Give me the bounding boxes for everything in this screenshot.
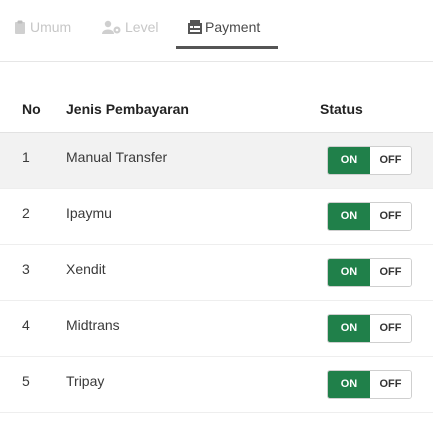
money-icon — [188, 20, 202, 34]
table-row: 1 Manual Transfer ON OFF — [0, 132, 433, 189]
toggle-off[interactable]: OFF — [370, 202, 411, 230]
status-toggle[interactable]: ON OFF — [327, 145, 412, 175]
table-row: 4 Midtrans ON OFF — [0, 300, 433, 357]
toggle-off[interactable]: OFF — [370, 146, 411, 174]
column-header-no: No — [0, 86, 66, 133]
table-header-row: No Jenis Pembayaran Status — [0, 86, 433, 133]
table-row: 2 Ipaymu ON OFF — [0, 188, 433, 245]
tab-level-label: Level — [125, 19, 159, 35]
table-row: 3 Xendit ON OFF — [0, 244, 433, 301]
payment-name: Midtrans — [66, 317, 120, 333]
toggle-on[interactable]: ON — [328, 258, 370, 286]
payment-name: Ipaymu — [66, 205, 112, 221]
payment-methods-table: No Jenis Pembayaran Status 1 Manual Tran… — [0, 86, 433, 413]
tab-payment[interactable]: Payment — [176, 19, 278, 49]
table-row: 5 Tripay ON OFF — [0, 356, 433, 413]
row-number: 5 — [22, 373, 30, 389]
payment-name: Tripay — [66, 373, 105, 389]
status-toggle[interactable]: ON OFF — [327, 369, 412, 399]
row-number: 4 — [22, 317, 30, 333]
users-cog-icon — [102, 20, 121, 34]
status-toggle[interactable]: ON OFF — [327, 257, 412, 287]
tab-umum[interactable]: Umum — [13, 19, 71, 49]
column-header-name: Jenis Pembayaran — [66, 86, 320, 133]
row-number: 1 — [22, 149, 30, 165]
toggle-on[interactable]: ON — [328, 146, 370, 174]
toggle-on[interactable]: ON — [328, 202, 370, 230]
column-header-status: Status — [320, 86, 433, 133]
tab-payment-label: Payment — [205, 19, 261, 35]
row-number: 2 — [22, 205, 30, 221]
toggle-on[interactable]: ON — [328, 370, 370, 398]
toggle-off[interactable]: OFF — [370, 258, 411, 286]
settings-tabs: Umum Level Payment — [0, 0, 433, 62]
tab-umum-label: Umum — [30, 19, 72, 35]
status-toggle[interactable]: ON OFF — [327, 313, 412, 343]
row-number: 3 — [22, 261, 30, 277]
toggle-off[interactable]: OFF — [370, 370, 411, 398]
tab-level[interactable]: Level — [102, 19, 158, 49]
toggle-on[interactable]: ON — [328, 314, 370, 342]
payment-name: Xendit — [66, 261, 106, 277]
toggle-off[interactable]: OFF — [370, 314, 411, 342]
payment-name: Manual Transfer — [66, 149, 168, 165]
status-toggle[interactable]: ON OFF — [327, 201, 412, 231]
clipboard-icon — [15, 20, 25, 34]
